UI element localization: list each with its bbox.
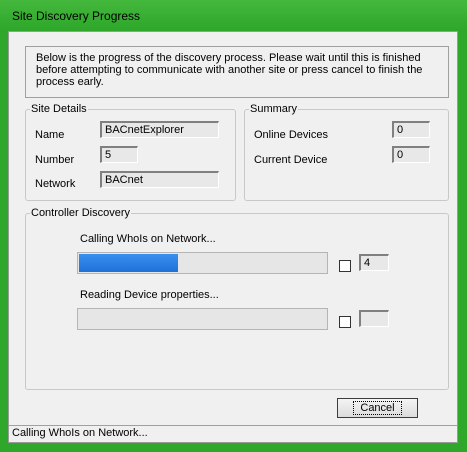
whois-progress-bar <box>77 252 328 274</box>
site-network-field: BACnet <box>100 171 219 188</box>
info-message-box: Below is the progress of the discovery p… <box>25 46 449 98</box>
site-number-label: Number <box>35 154 75 166</box>
status-text: Calling WhoIs on Network... <box>12 427 148 439</box>
site-details-legend: Site Details <box>31 103 87 115</box>
site-name-field: BACnetExplorer <box>100 121 219 138</box>
props-checkbox[interactable] <box>339 316 351 328</box>
whois-progress-fill <box>79 254 178 272</box>
site-number-field: 5 <box>100 146 138 163</box>
props-count-field <box>359 310 389 327</box>
whois-status-label: Calling WhoIs on Network... <box>80 233 216 245</box>
props-progress-bar <box>77 308 328 330</box>
controller-discovery-legend: Controller Discovery <box>31 207 131 219</box>
status-bar: Calling WhoIs on Network... <box>9 425 457 442</box>
info-message-text: Below is the progress of the discovery p… <box>36 52 423 88</box>
props-status-label: Reading Device properties... <box>80 289 219 301</box>
whois-count-field: 4 <box>359 254 389 271</box>
site-network-label: Network <box>35 178 76 190</box>
dialog-client-area: Below is the progress of the discovery p… <box>8 31 458 443</box>
summary-legend: Summary <box>250 103 298 115</box>
title-bar[interactable]: Site Discovery Progress <box>0 0 467 30</box>
whois-checkbox[interactable] <box>339 260 351 272</box>
online-devices-label: Online Devices <box>254 129 328 141</box>
site-name-label: Name <box>35 129 65 141</box>
cancel-button-label: Cancel <box>353 401 402 415</box>
dialog-window: Site Discovery Progress Below is the pro… <box>0 0 467 452</box>
window-title: Site Discovery Progress <box>12 9 141 23</box>
current-device-field: 0 <box>392 146 430 163</box>
current-device-label: Current Device <box>254 154 328 166</box>
online-devices-field: 0 <box>392 121 430 138</box>
cancel-button[interactable]: Cancel <box>337 398 418 418</box>
